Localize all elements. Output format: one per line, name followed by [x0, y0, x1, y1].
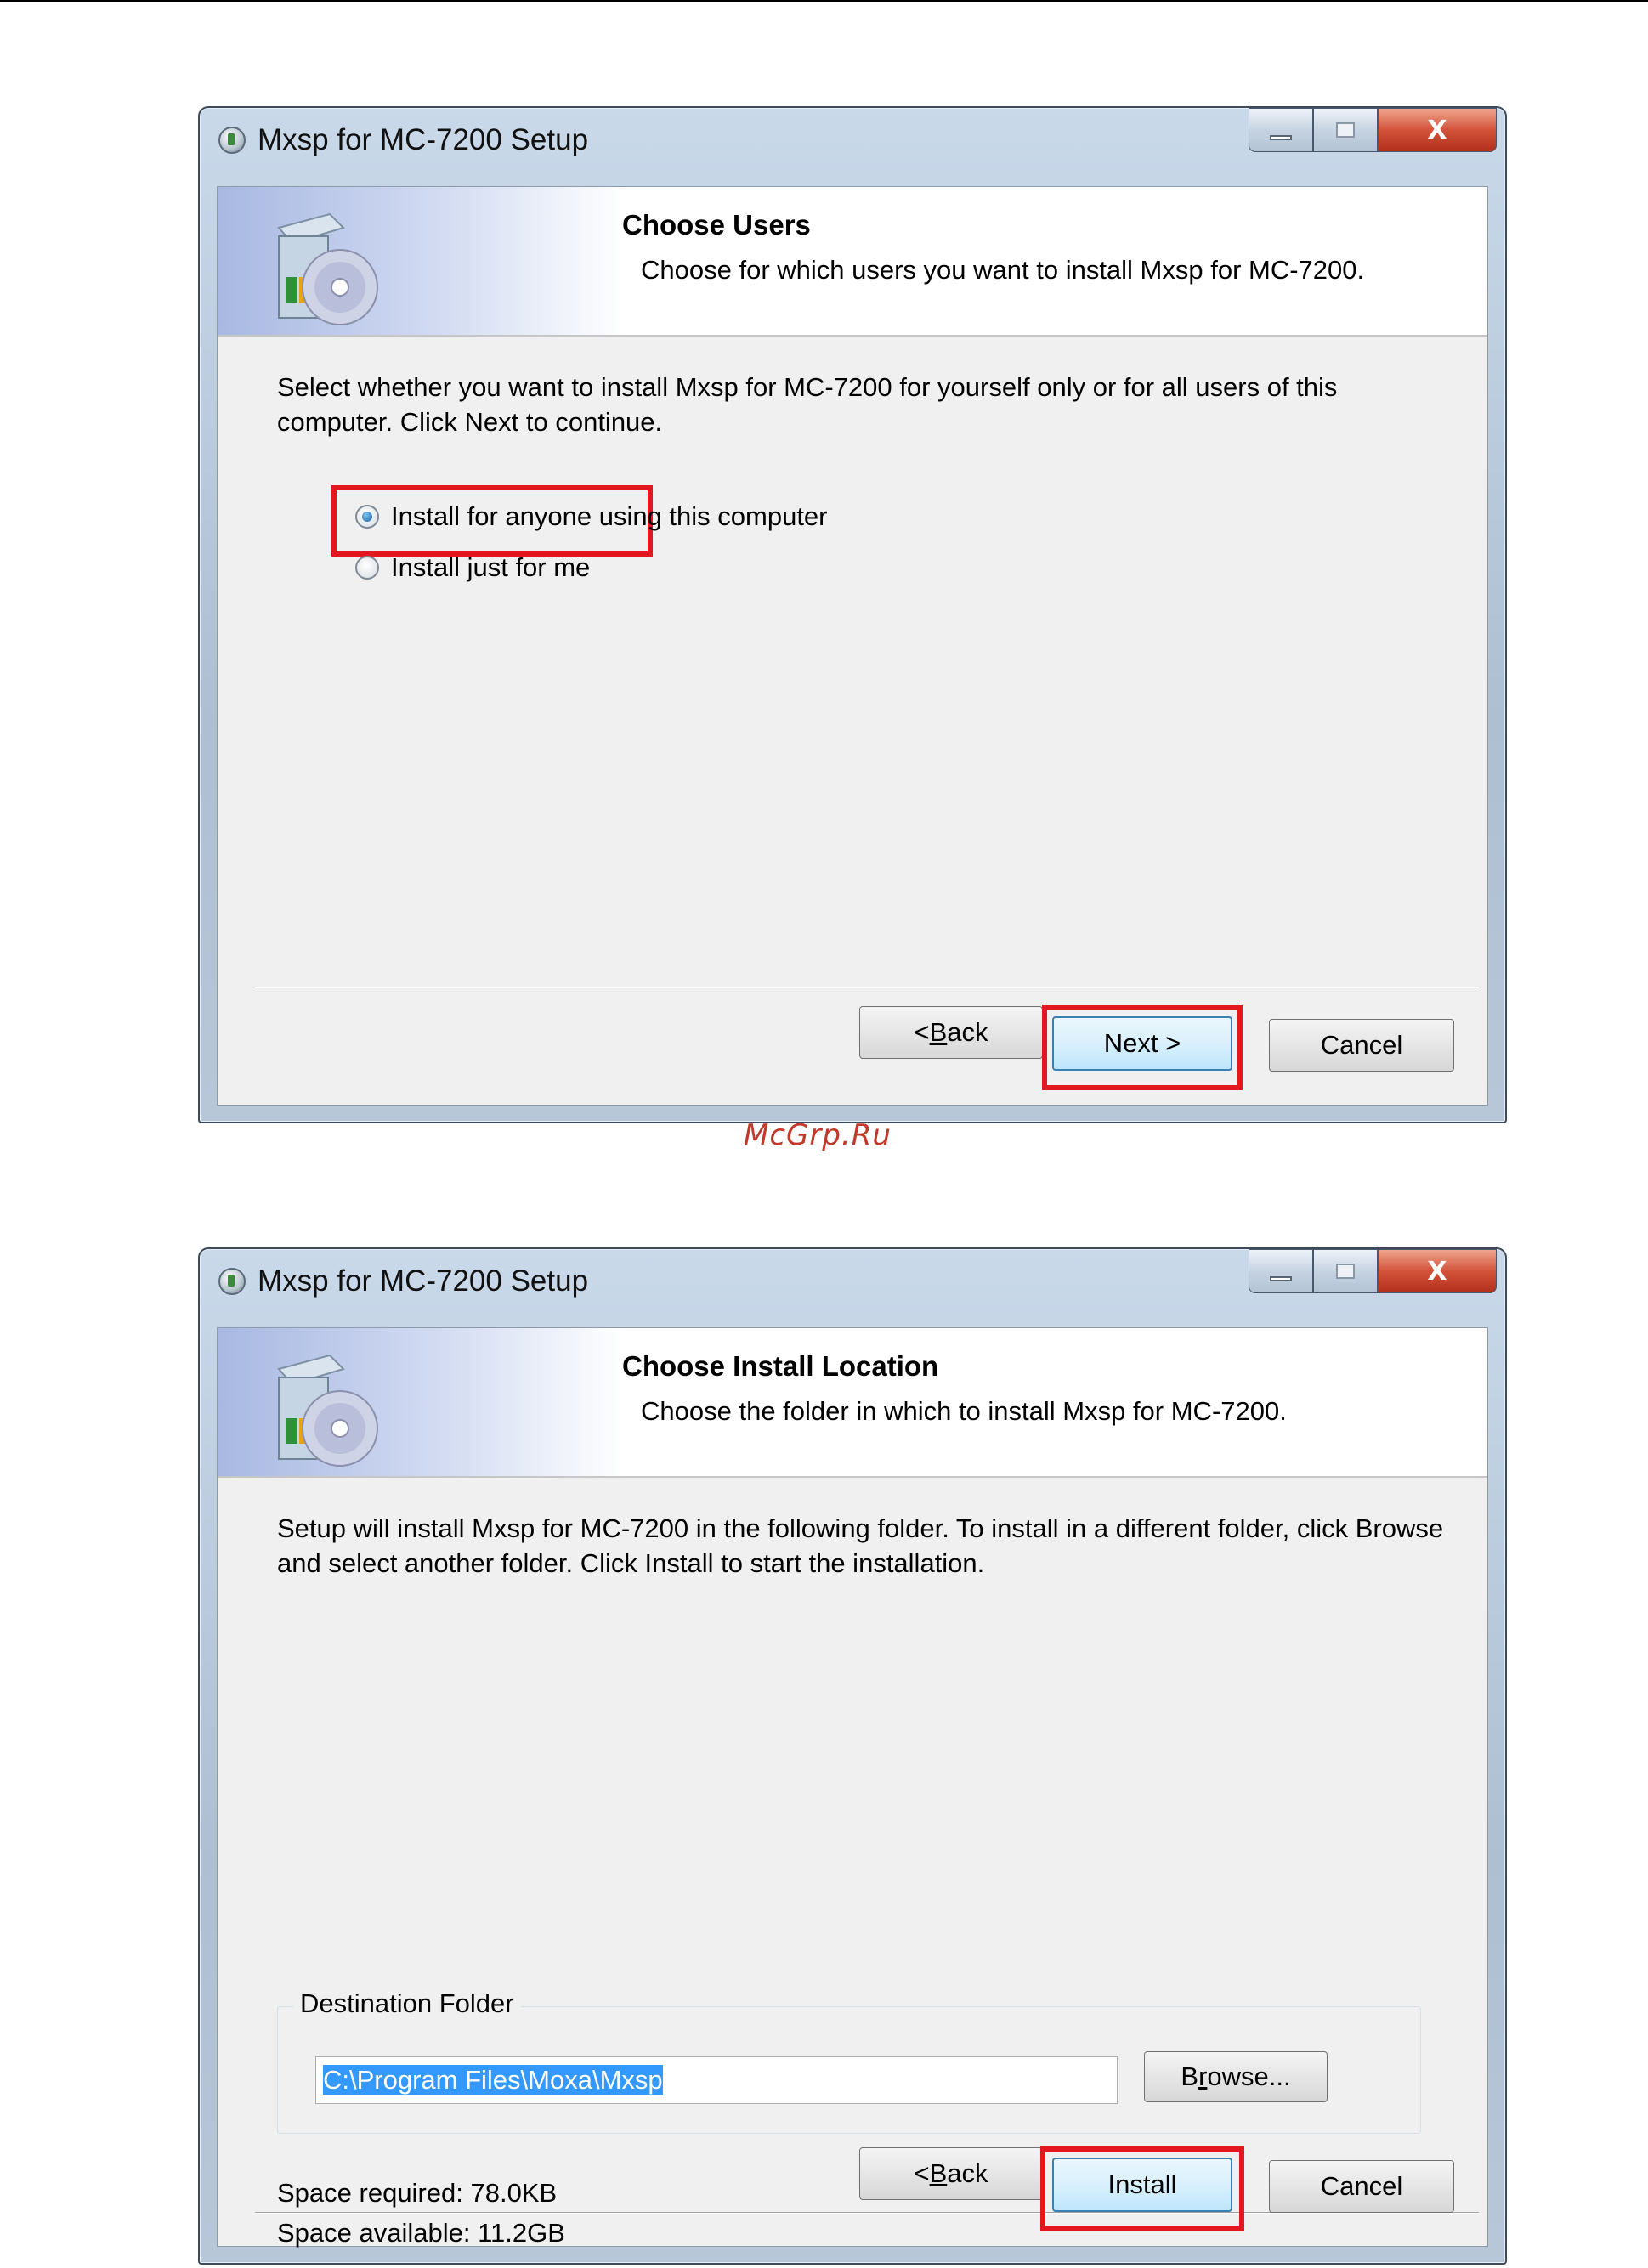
close-button[interactable]: X — [1378, 1249, 1497, 1293]
watermark-text: McGrp.Ru — [744, 1118, 892, 1152]
installer-box-cd-icon — [277, 212, 378, 325]
wizard-header: Choose Install Location Choose the folde… — [218, 1328, 1487, 1478]
back-rest: ack — [947, 1017, 988, 1047]
browse-accel: r — [1198, 2062, 1208, 2091]
browse-rest: owse... — [1207, 2062, 1291, 2091]
next-label: Next > — [1103, 1028, 1181, 1058]
title-bar[interactable]: Mxsp for MC-7200 Setup X — [200, 108, 1505, 179]
maximize-button[interactable] — [1313, 1249, 1378, 1293]
install-button[interactable]: Install — [1052, 2158, 1232, 2212]
cancel-button[interactable]: Cancel — [1269, 1019, 1454, 1072]
back-accel: B — [929, 1017, 948, 1047]
window-title: Mxsp for MC-7200 Setup — [258, 123, 589, 156]
page-top-rule — [0, 0, 1648, 2]
setup-app-icon — [218, 127, 246, 154]
radio-selected-icon[interactable] — [355, 505, 379, 529]
browse-button[interactable]: Br owse... — [1144, 2051, 1328, 2102]
window-title: Mxsp for MC-7200 Setup — [258, 1264, 589, 1298]
dialog-client-area: Choose Install Location Choose the folde… — [217, 1327, 1488, 2248]
header-subtitle: Choose the folder in which to install Mx… — [641, 1396, 1287, 1426]
group-label: Destination Folder — [293, 1988, 521, 2019]
cancel-label: Cancel — [1320, 2171, 1403, 2201]
space-available: Space available: 11.2GB — [277, 2218, 565, 2248]
close-icon: X — [1427, 115, 1447, 145]
description-text: Select whether you want to install Mxsp … — [277, 372, 1338, 437]
cancel-button[interactable]: Cancel — [1269, 2160, 1454, 2213]
caption-buttons: X — [1249, 1249, 1497, 1298]
footer-separator — [255, 987, 1479, 988]
wizard-header: Choose Users Choose for which users you … — [218, 187, 1487, 337]
selected-path-text: C:\Program Files\Moxa\Mxsp — [323, 2065, 663, 2095]
minimize-icon — [1270, 135, 1292, 140]
minimize-icon — [1270, 1276, 1292, 1281]
minimize-button[interactable] — [1249, 108, 1313, 152]
installer-box-cd-icon — [277, 1354, 378, 1467]
back-prefix: < — [914, 1017, 930, 1047]
setup-app-icon — [218, 1268, 246, 1295]
maximize-button[interactable] — [1313, 108, 1378, 152]
setup-window-choose-users: Mxsp for MC-7200 Setup X Choose Users Ch… — [198, 106, 1507, 1123]
radio-unselected-icon[interactable] — [355, 556, 379, 580]
maximize-icon — [1336, 122, 1355, 138]
next-button[interactable]: Next > — [1052, 1016, 1232, 1071]
title-bar[interactable]: Mxsp for MC-7200 Setup X — [200, 1249, 1505, 1321]
close-button[interactable]: X — [1378, 108, 1497, 152]
maximize-icon — [1336, 1264, 1355, 1279]
description-text: Setup will install Mxsp for MC-7200 in t… — [277, 1513, 1444, 1578]
setup-window-install-location: Mxsp for MC-7200 Setup X Choose Install … — [198, 1247, 1507, 2265]
header-title: Choose Install Location — [622, 1350, 939, 1382]
back-button[interactable]: < Back — [859, 2147, 1043, 2200]
close-icon: X — [1427, 1256, 1447, 1287]
header-subtitle: Choose for which users you want to insta… — [641, 255, 1365, 285]
radio-label: Install for anyone using this computer — [391, 501, 828, 531]
dialog-client-area: Choose Users Choose for which users you … — [217, 186, 1488, 1106]
back-rest: ack — [947, 2158, 988, 2188]
minimize-button[interactable] — [1249, 1249, 1313, 1293]
caption-buttons: X — [1249, 108, 1497, 157]
radio-install-just-me[interactable]: Install just for me — [355, 552, 590, 583]
browse-prefix: B — [1181, 2062, 1199, 2091]
cancel-label: Cancel — [1320, 1030, 1403, 1060]
header-title: Choose Users — [622, 209, 811, 240]
install-label: Install — [1107, 2169, 1177, 2199]
back-accel: B — [929, 2158, 948, 2188]
radio-label: Install just for me — [391, 552, 591, 582]
back-button[interactable]: < Back — [859, 1006, 1043, 1059]
destination-path-input[interactable]: C:\Program Files\Moxa\Mxsp — [315, 2056, 1118, 2104]
space-required: Space required: 78.0KB — [277, 2178, 558, 2208]
destination-folder-group: Destination Folder C:\Program Files\Moxa… — [277, 1988, 1421, 2134]
radio-install-anyone[interactable]: Install for anyone using this computer — [355, 501, 828, 532]
back-prefix: < — [914, 2158, 930, 2188]
